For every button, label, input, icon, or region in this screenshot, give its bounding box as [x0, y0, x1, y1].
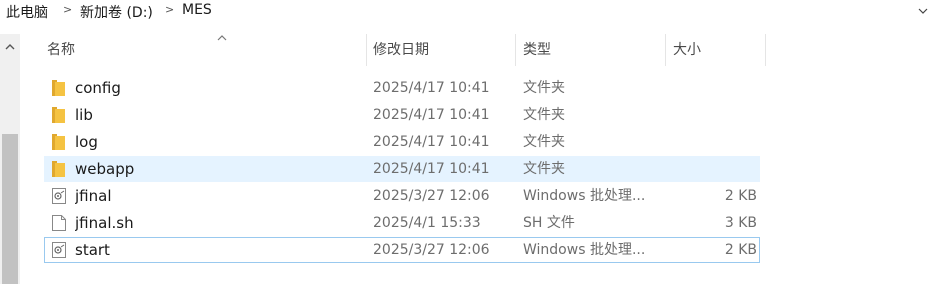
file-type: 文件夹 — [523, 134, 565, 150]
file-size — [665, 130, 757, 154]
folder-icon — [52, 161, 65, 177]
file-row-config[interactable]: config 2025/4/17 10:41 文件夹 — [44, 75, 760, 101]
file-row-log[interactable]: log 2025/4/17 10:41 文件夹 — [44, 129, 760, 155]
folder-icon — [52, 107, 65, 123]
file-row-start[interactable]: start 2025/3/27 12:06 Windows 批处理... 2 K… — [44, 237, 760, 263]
file-name: config — [75, 79, 121, 97]
breadcrumb-mes[interactable]: MES — [182, 2, 212, 18]
breadcrumb-drive-d[interactable]: 新加卷 (D:) — [80, 2, 153, 22]
file-name: jfinal — [75, 187, 112, 205]
column-header-size[interactable]: 大小 — [665, 34, 765, 66]
file-name: lib — [75, 106, 93, 124]
file-name: jfinal.sh — [75, 214, 134, 232]
file-name: webapp — [75, 160, 135, 178]
file-size — [665, 157, 757, 181]
column-header: 名称 修改日期 类型 大小 — [20, 34, 944, 66]
scroll-up-arrow-icon[interactable] — [4, 42, 16, 50]
file-modified: 2025/4/17 10:41 — [373, 80, 490, 96]
file-modified: 2025/4/1 15:33 — [373, 215, 481, 231]
file-size — [665, 103, 757, 127]
batch-file-icon — [52, 242, 66, 258]
file-type: SH 文件 — [523, 215, 575, 231]
file-type: Windows 批处理... — [523, 188, 646, 204]
file-size — [665, 76, 757, 100]
file-row-jfinal-sh[interactable]: jfinal.sh 2025/4/1 15:33 SH 文件 3 KB — [44, 210, 760, 236]
file-type: Windows 批处理... — [523, 242, 646, 258]
breadcrumb-separator-icon[interactable]: > — [165, 3, 174, 16]
address-bar: 此电脑 > 新加卷 (D:) > MES — [0, 0, 944, 24]
file-type: 文件夹 — [523, 80, 565, 96]
breadcrumb-this-pc[interactable]: 此电脑 — [6, 2, 48, 22]
file-type: 文件夹 — [523, 107, 565, 123]
file-size: 2 KB — [724, 242, 757, 258]
column-divider[interactable] — [765, 34, 766, 66]
folder-icon — [52, 80, 65, 96]
text-file-icon — [52, 215, 66, 231]
file-modified: 2025/3/27 12:06 — [373, 242, 490, 258]
file-type: 文件夹 — [523, 161, 565, 177]
file-modified: 2025/3/27 12:06 — [373, 188, 490, 204]
file-name: start — [75, 241, 110, 259]
file-modified: 2025/4/17 10:41 — [373, 134, 490, 150]
batch-file-icon — [52, 188, 66, 204]
file-row-lib[interactable]: lib 2025/4/17 10:41 文件夹 — [44, 102, 760, 128]
file-row-jfinal[interactable]: jfinal 2025/3/27 12:06 Windows 批处理... 2 … — [44, 183, 760, 209]
scrollbar-thumb[interactable] — [2, 134, 18, 284]
breadcrumb-separator-icon[interactable]: > — [63, 3, 72, 16]
column-header-type[interactable]: 类型 — [515, 34, 665, 66]
column-header-modified[interactable]: 修改日期 — [365, 34, 515, 66]
file-modified: 2025/4/17 10:41 — [373, 107, 490, 123]
folder-icon — [52, 134, 65, 150]
vertical-scrollbar[interactable] — [0, 34, 20, 284]
file-name: log — [75, 133, 98, 151]
file-modified: 2025/4/17 10:41 — [373, 161, 490, 177]
file-row-webapp[interactable]: webapp 2025/4/17 10:41 文件夹 — [44, 156, 760, 182]
column-header-name[interactable]: 名称 — [39, 34, 365, 66]
file-size: 2 KB — [724, 188, 757, 204]
address-dropdown-chevron-icon[interactable] — [918, 6, 928, 16]
file-size: 3 KB — [724, 215, 757, 231]
